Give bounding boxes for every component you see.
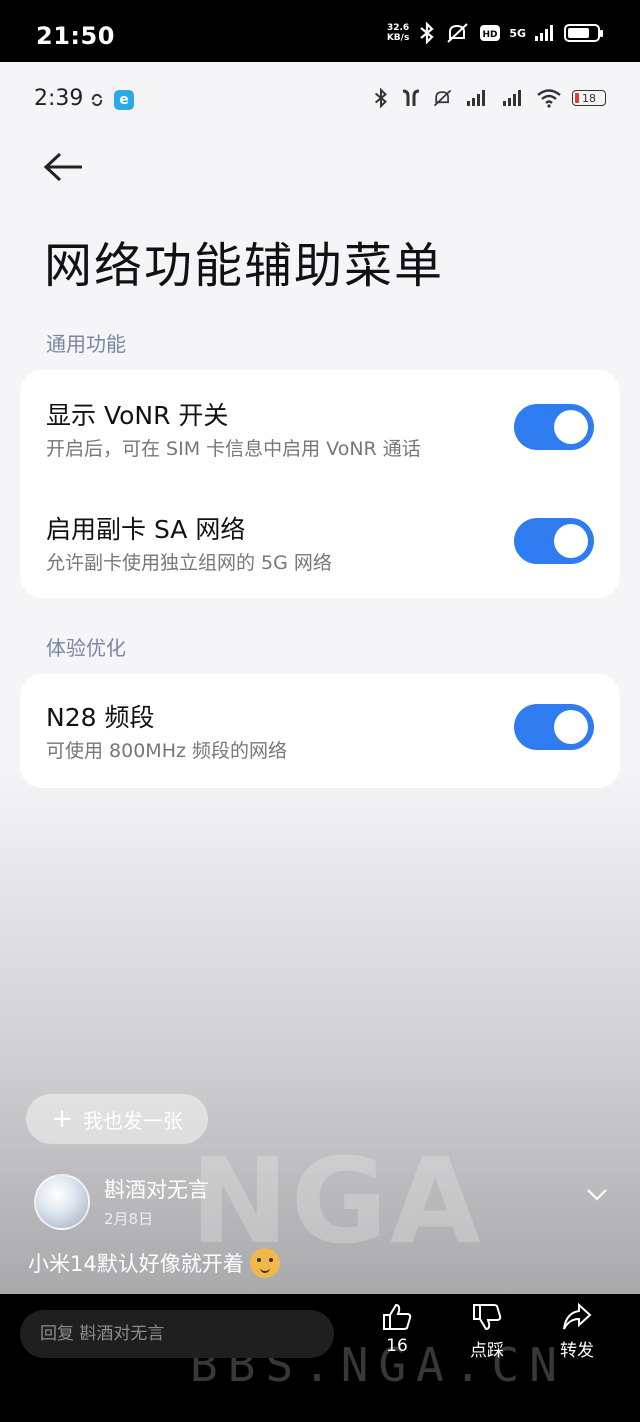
signal-icon	[503, 90, 521, 106]
n28-toggle[interactable]	[514, 704, 594, 750]
post-date: 2月8日	[104, 1210, 154, 1228]
doge-emoji-icon	[249, 1248, 280, 1278]
comment-text: 小米14默认好像就开着	[28, 1248, 280, 1278]
thumb-down-icon	[473, 1304, 502, 1331]
like-count: 16	[386, 1336, 408, 1356]
section-label-experience: 体验优化	[46, 636, 126, 660]
setting-subtitle: 开启后，可在 SIM 卡信息中启用 VoNR 通话	[46, 438, 421, 460]
section-label-general: 通用功能	[46, 332, 126, 356]
inner-status-bar: 2:39 e 18	[34, 86, 606, 116]
screenshot-area: 2:39 e 18 网络功能辅助菜单 通用功能 显示 VoNR 开关 开启后，可…	[0, 62, 640, 1294]
setting-item-vonr[interactable]: 显示 VoNR 开关 开启后，可在 SIM 卡信息中启用 VoNR 通话	[46, 390, 594, 480]
inner-battery-icon: 18	[572, 90, 606, 106]
dislike-button[interactable]: 点踩	[452, 1302, 522, 1361]
share-icon	[563, 1302, 592, 1330]
bottom-action-bar: BBS.NGA.CN 回复 斟酒对无言 16 点踩 转发	[0, 1294, 640, 1422]
avatar[interactable]	[34, 1174, 90, 1230]
back-arrow-icon[interactable]	[42, 150, 86, 184]
like-button[interactable]: 16	[362, 1302, 432, 1356]
network-speed: 32.6 KB/s	[386, 23, 410, 43]
bluetooth-icon	[374, 88, 387, 108]
signal-icon	[535, 25, 553, 41]
thumb-up-icon	[383, 1303, 412, 1330]
svg-text:HD: HD	[483, 30, 498, 40]
status-icons: 32.6 KB/s HD 5G	[386, 22, 603, 44]
share-button[interactable]: 转发	[542, 1302, 612, 1361]
post-also-button[interactable]: + 我也发一张	[26, 1094, 208, 1144]
vonr-toggle[interactable]	[514, 404, 594, 450]
settings-card-general: 显示 VoNR 开关 开启后，可在 SIM 卡信息中启用 VoNR 通话 启用副…	[20, 370, 620, 598]
earbuds-icon	[402, 89, 420, 106]
mute-icon	[433, 89, 452, 107]
battery-icon	[564, 24, 603, 42]
signal-icon	[467, 90, 485, 106]
setting-title: 启用副卡 SA 网络	[46, 515, 246, 544]
sync-icon	[91, 93, 103, 107]
bluetooth-icon	[420, 22, 434, 44]
inner-status-icons: 18	[372, 88, 606, 108]
setting-title: 显示 VoNR 开关	[46, 401, 229, 430]
hd-icon: HD	[480, 25, 501, 41]
settings-card-experience: N28 频段 可使用 800MHz 频段的网络	[20, 674, 620, 788]
status-time: 21:50	[36, 22, 115, 50]
setting-subtitle: 允许副卡使用独立组网的 5G 网络	[46, 552, 332, 574]
setting-item-secondary-sa[interactable]: 启用副卡 SA 网络 允许副卡使用独立组网的 5G 网络	[46, 504, 594, 594]
page-title: 网络功能辅助菜单	[44, 238, 445, 294]
secondary-sa-toggle[interactable]	[514, 518, 594, 564]
setting-title: N28 频段	[46, 703, 155, 732]
mute-icon	[447, 23, 469, 43]
outer-status-bar: 21:50 32.6 KB/s HD 5G	[0, 0, 640, 62]
setting-item-n28[interactable]: N28 频段 可使用 800MHz 频段的网络	[46, 692, 594, 782]
browser-app-icon: e	[114, 90, 134, 110]
inner-status-time: 2:39	[34, 86, 84, 111]
wifi-icon	[537, 89, 561, 108]
username[interactable]: 斟酒对无言	[104, 1174, 209, 1204]
setting-subtitle: 可使用 800MHz 频段的网络	[46, 740, 287, 762]
plus-icon: +	[51, 1104, 73, 1134]
network-5g-label: 5G	[509, 26, 526, 40]
reply-input[interactable]: 回复 斟酒对无言	[20, 1310, 334, 1358]
chevron-down-icon[interactable]	[586, 1188, 608, 1202]
